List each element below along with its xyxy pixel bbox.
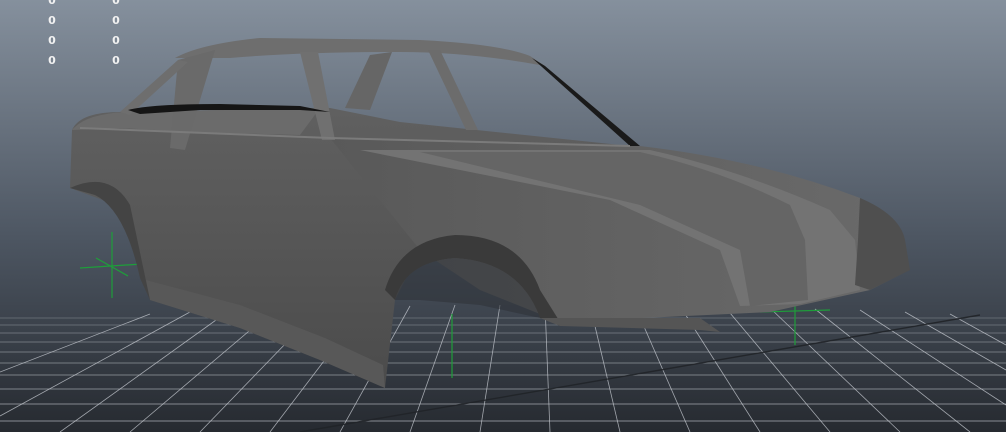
hud-value: 0: [48, 14, 56, 27]
hud-value: 0: [48, 34, 56, 47]
hud-value: 0: [48, 54, 56, 67]
hud-row: 0 0: [0, 14, 140, 28]
hud-row: 0 0: [0, 34, 140, 48]
hud-row: 0 0: [0, 54, 140, 68]
hud-value: 0: [112, 14, 120, 27]
3d-viewport[interactable]: 0 0 0 0 0 0 0 0: [0, 0, 1006, 432]
viewport-scene[interactable]: [0, 0, 1006, 432]
hud-readout: 0 0 0 0 0 0 0 0: [0, 0, 140, 70]
hud-value: 0: [112, 34, 120, 47]
hud-value: 0: [112, 54, 120, 67]
hud-value: 0: [48, 0, 56, 7]
hud-value: 0: [112, 0, 120, 7]
hud-row: 0 0: [0, 0, 140, 8]
